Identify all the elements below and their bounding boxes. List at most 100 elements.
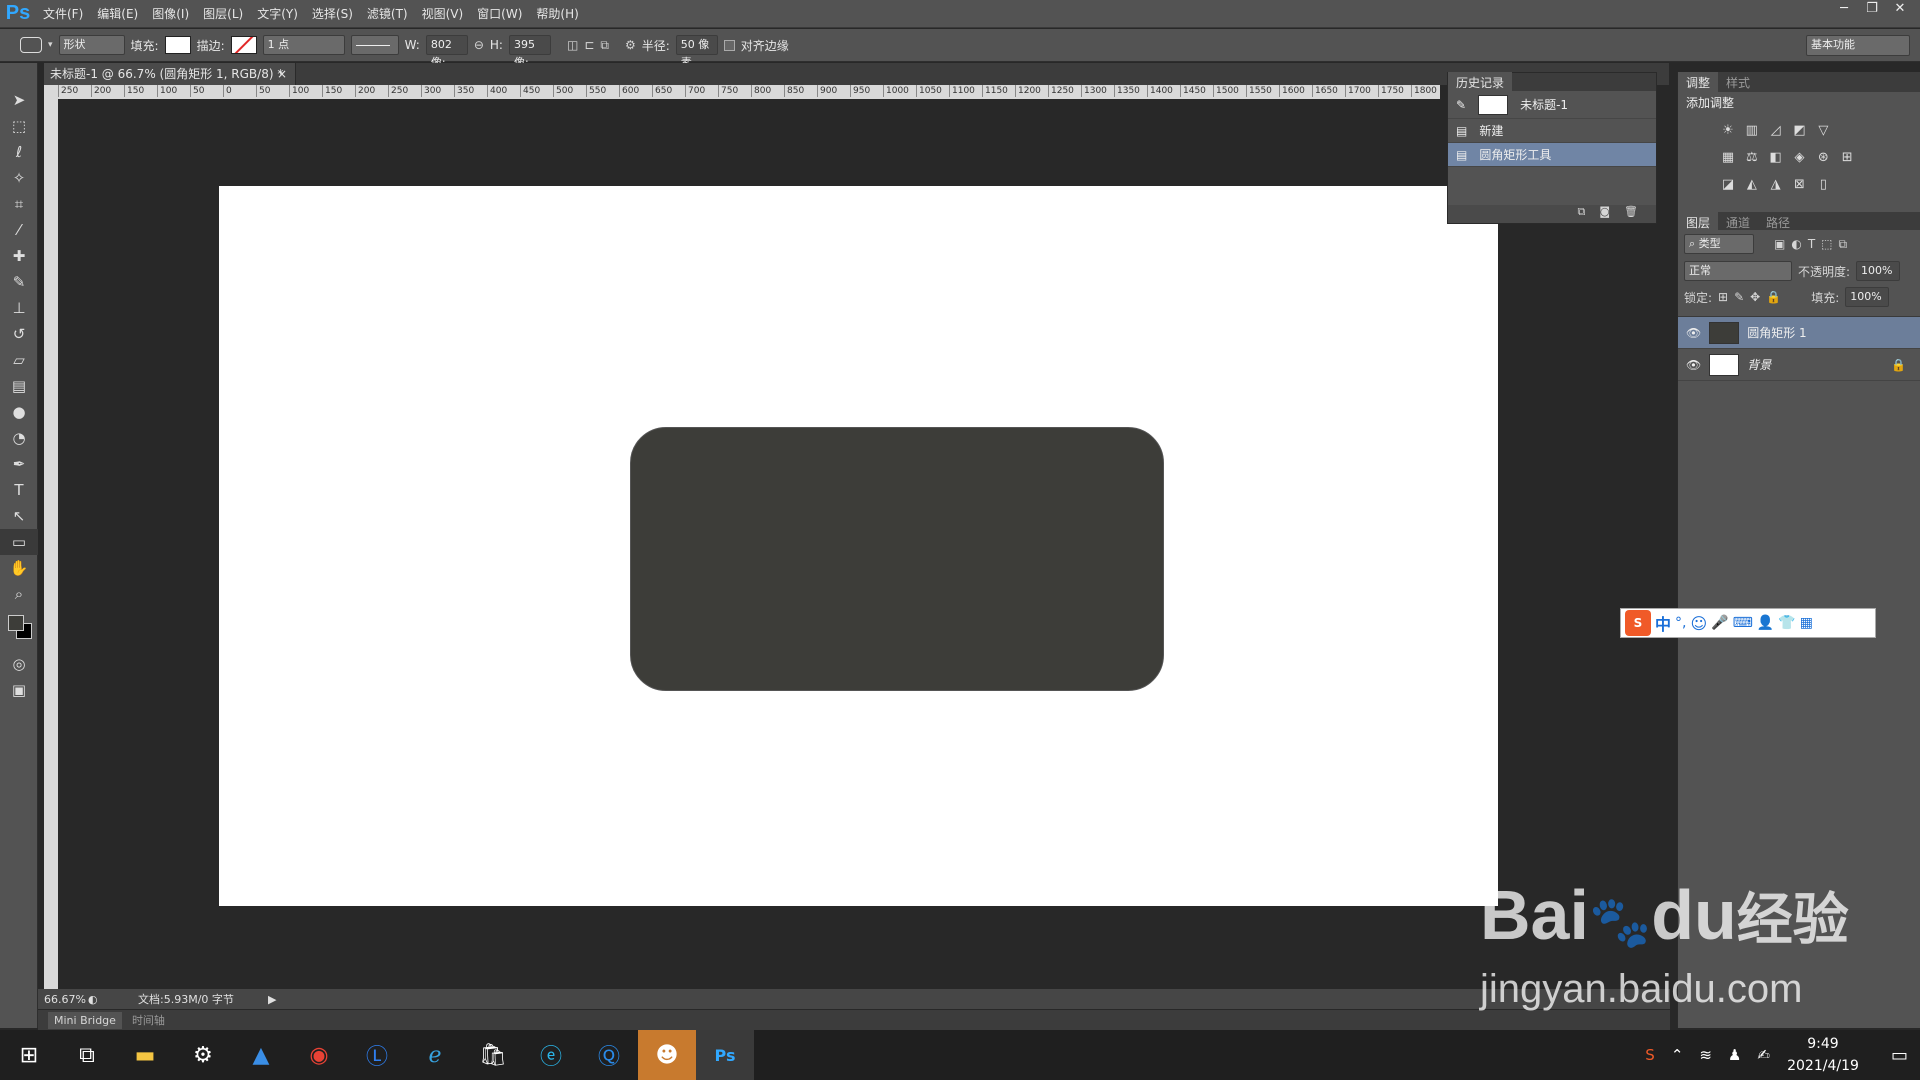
- history-item[interactable]: ▤ 新建: [1448, 119, 1656, 143]
- history-brush-icon[interactable]: ↺: [0, 321, 38, 347]
- history-item[interactable]: ▤ 圆角矩形工具: [1448, 143, 1656, 167]
- close-tab-icon[interactable]: ×: [277, 63, 287, 85]
- color-balance-icon[interactable]: ⚖: [1742, 148, 1762, 168]
- toolbox-icon[interactable]: ▦: [1800, 615, 1813, 631]
- zoom-tool-icon[interactable]: ⌕: [0, 581, 38, 607]
- filter-smart-icon[interactable]: ⧉: [1839, 237, 1848, 252]
- brush-tool-icon[interactable]: ✎: [0, 269, 38, 295]
- filter-type-icon[interactable]: T: [1808, 237, 1815, 251]
- workspace-select[interactable]: 基本功能: [1806, 35, 1910, 56]
- history-panel-title[interactable]: 历史记录: [1448, 71, 1513, 93]
- eyedropper-icon[interactable]: ⁄: [0, 217, 38, 243]
- blend-mode-select[interactable]: 正常: [1684, 261, 1792, 281]
- history-snapshot[interactable]: ✎ 未标题-1: [1448, 91, 1656, 119]
- ime-punctuation[interactable]: °,: [1675, 615, 1686, 631]
- sogou-tray-icon[interactable]: S: [1645, 1046, 1655, 1064]
- tab-channels[interactable]: 通道: [1718, 212, 1758, 230]
- minimize-icon[interactable]: ─: [1830, 0, 1858, 18]
- threshold-icon[interactable]: ◮: [1766, 175, 1786, 195]
- menu-select[interactable]: 选择(S): [305, 0, 360, 28]
- chrome-icon[interactable]: ◉: [290, 1030, 348, 1080]
- microphone-icon[interactable]: 🎤: [1711, 615, 1728, 631]
- pen-icon[interactable]: ✍: [1757, 1046, 1770, 1064]
- stroke-swatch-none[interactable]: [230, 36, 257, 54]
- photo-filter-icon[interactable]: ◈: [1789, 148, 1809, 168]
- app-orange-icon[interactable]: ☻: [638, 1030, 696, 1080]
- path-select-icon[interactable]: ↖: [0, 503, 38, 529]
- color-lookup-icon[interactable]: ⊞: [1837, 148, 1857, 168]
- radius-input[interactable]: 50 像素: [675, 35, 718, 69]
- quick-mask-icon[interactable]: ◎: [0, 651, 38, 677]
- rounded-rectangle-shape[interactable]: [630, 427, 1164, 691]
- black-white-icon[interactable]: ◧: [1766, 148, 1786, 168]
- qq-icon[interactable]: ♟: [1728, 1046, 1741, 1064]
- stroke-size-select[interactable]: 1 点: [262, 35, 345, 55]
- healing-brush-icon[interactable]: ✚: [0, 243, 38, 269]
- tab-timeline[interactable]: 时间轴: [132, 1012, 165, 1028]
- stroke-type-select[interactable]: [350, 35, 399, 55]
- curves-icon[interactable]: ◿: [1766, 121, 1786, 141]
- filter-pixel-icon[interactable]: ▣: [1774, 237, 1785, 251]
- ie-icon[interactable]: ℯ: [406, 1030, 464, 1080]
- gradient-map-icon[interactable]: ▯: [1813, 175, 1833, 195]
- user-icon[interactable]: 👤: [1757, 615, 1774, 631]
- menu-view[interactable]: 视图(V): [415, 0, 471, 28]
- hand-tool-icon[interactable]: ✋: [0, 555, 38, 581]
- menu-type[interactable]: 文字(Y): [250, 0, 305, 28]
- document-tab[interactable]: 未标题-1 @ 66.7% (圆角矩形 1, RGB/8) * ×: [44, 63, 296, 85]
- pen-tool-icon[interactable]: ✒: [0, 451, 38, 477]
- color-swatches[interactable]: [0, 607, 38, 651]
- edge-icon[interactable]: ⓔ: [522, 1030, 580, 1080]
- channel-mixer-icon[interactable]: ⊛: [1813, 148, 1833, 168]
- path-arrangement-icon[interactable]: ⧉: [600, 38, 609, 53]
- settings-icon[interactable]: ⚙: [174, 1030, 232, 1080]
- menu-layer[interactable]: 图层(L): [196, 0, 250, 28]
- selective-color-icon[interactable]: ⊠: [1789, 175, 1809, 195]
- trash-icon[interactable]: 🗑: [1624, 205, 1638, 223]
- opacity-input[interactable]: 100%: [1856, 261, 1901, 281]
- exposure-icon[interactable]: ◩: [1789, 121, 1809, 141]
- height-input[interactable]: 395 像:: [508, 35, 551, 69]
- lock-all-icon[interactable]: 🔒: [1766, 290, 1781, 304]
- lock-pixels-icon[interactable]: ✎: [1734, 290, 1744, 304]
- menu-file[interactable]: 文件(F): [36, 0, 90, 28]
- tab-adjustments[interactable]: 调整: [1678, 72, 1719, 92]
- move-tool-icon[interactable]: ➤: [0, 87, 38, 113]
- blur-tool-icon[interactable]: ●: [0, 399, 38, 425]
- width-input[interactable]: 802 像:: [425, 35, 468, 69]
- foreground-color-swatch[interactable]: [8, 615, 24, 631]
- fill-swatch[interactable]: [164, 36, 191, 54]
- wifi-icon[interactable]: ≋: [1699, 1046, 1712, 1064]
- layer-filter-select[interactable]: ⌕ 类型: [1684, 234, 1754, 254]
- tab-styles[interactable]: 样式: [1718, 72, 1758, 92]
- screen-mode-icon[interactable]: ▣: [0, 677, 38, 703]
- new-document-from-state-icon[interactable]: ⧉: [1577, 205, 1585, 223]
- posterize-icon[interactable]: ◭: [1742, 175, 1762, 195]
- filter-adjust-icon[interactable]: ◐: [1791, 237, 1801, 251]
- file-explorer-icon[interactable]: ▬: [116, 1030, 174, 1080]
- task-view-icon[interactable]: ⧉: [58, 1030, 116, 1080]
- menu-image[interactable]: 图像(I): [145, 0, 196, 28]
- path-alignment-icon[interactable]: ⊏: [584, 38, 594, 52]
- shape-tool-icon[interactable]: ▭: [0, 529, 38, 555]
- status-arrow-icon[interactable]: ▶: [268, 993, 276, 1006]
- tray-expand-icon[interactable]: ⌃: [1671, 1046, 1684, 1064]
- levels-icon[interactable]: ▥: [1742, 121, 1762, 141]
- emoji-icon[interactable]: ☺: [1690, 614, 1707, 633]
- sogou-logo-icon[interactable]: S: [1625, 610, 1651, 636]
- filter-shape-icon[interactable]: ⬚: [1821, 237, 1832, 251]
- zoom-level[interactable]: 66.67%: [38, 993, 88, 1006]
- chevron-down-icon[interactable]: ▾: [48, 40, 53, 50]
- invert-icon[interactable]: ◪: [1718, 175, 1738, 195]
- brightness-icon[interactable]: ☀: [1718, 121, 1738, 141]
- layer-name[interactable]: 圆角矩形 1: [1747, 324, 1806, 341]
- layer-name[interactable]: 背景: [1747, 356, 1771, 373]
- layer-row[interactable]: 👁 圆角矩形 1: [1678, 317, 1920, 349]
- fill-input[interactable]: 100%: [1845, 287, 1890, 307]
- skin-icon[interactable]: 👕: [1778, 615, 1795, 631]
- menu-window[interactable]: 窗口(W): [470, 0, 529, 28]
- layer-row[interactable]: 👁 背景 🔒: [1678, 349, 1920, 381]
- align-edges-checkbox[interactable]: [723, 39, 735, 51]
- lock-transparent-icon[interactable]: ⊞: [1718, 290, 1728, 304]
- eraser-icon[interactable]: ▱: [0, 347, 38, 373]
